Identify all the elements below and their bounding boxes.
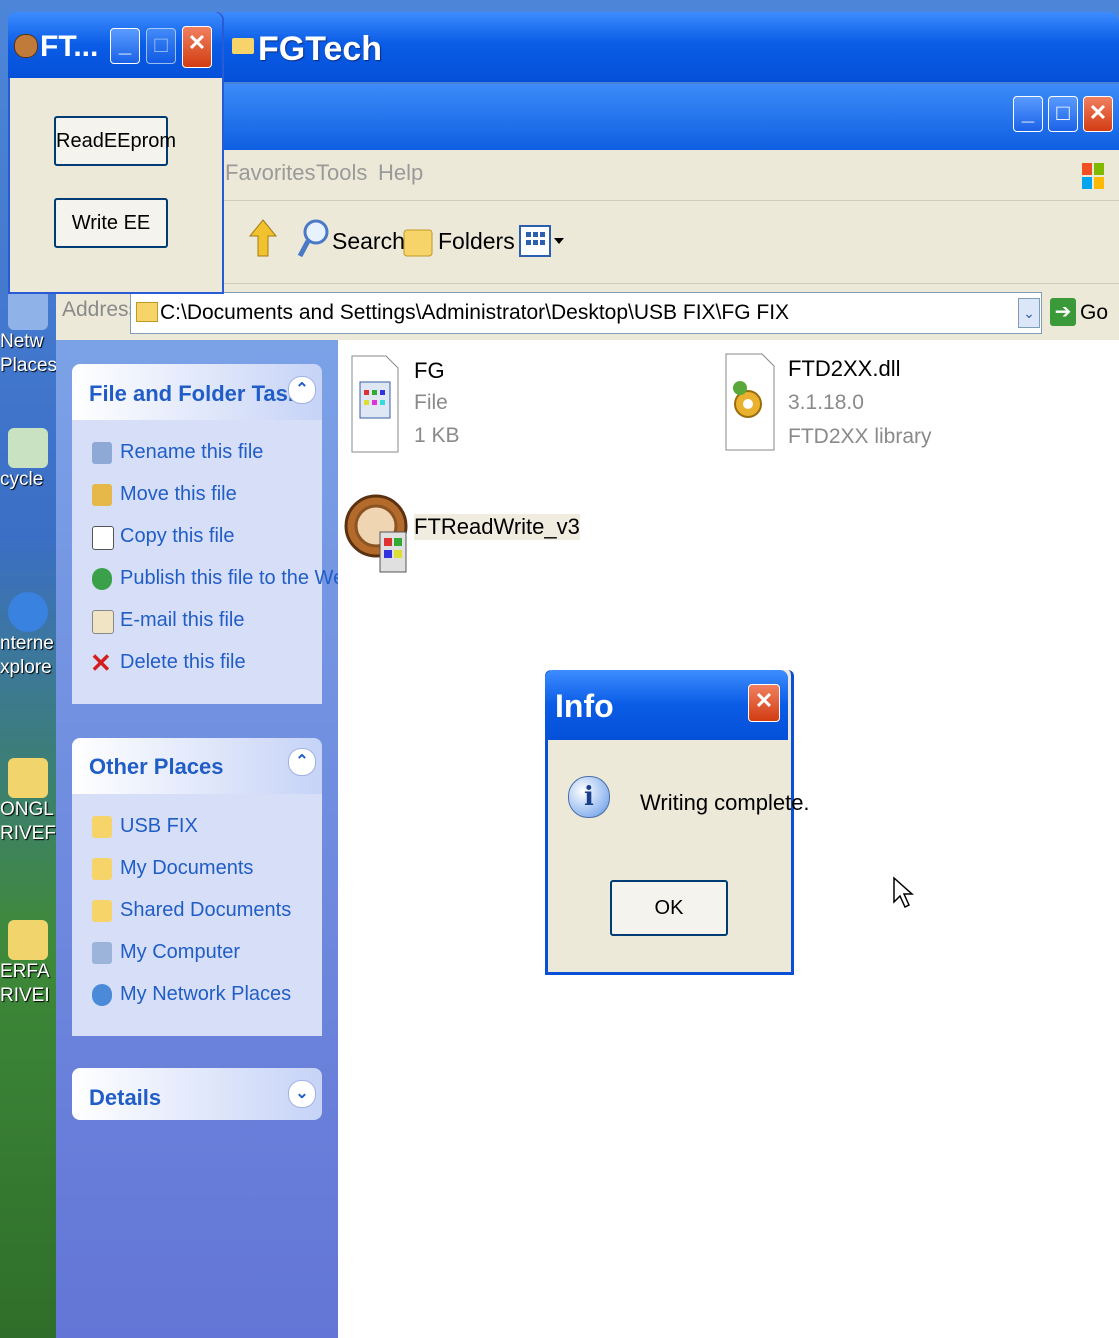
views-icon[interactable]	[518, 222, 568, 262]
task-delete[interactable]: Delete this file	[120, 651, 246, 674]
collapse-chevron-icon[interactable]: ⌃	[288, 376, 316, 404]
dll-file-icon[interactable]	[724, 352, 776, 452]
file-description: FTD2XX library	[788, 425, 932, 448]
task-publish[interactable]: Publish this file to the Web	[120, 567, 355, 590]
collapse-chevron-icon[interactable]: ⌃	[288, 748, 316, 776]
close-button[interactable]: ✕	[1083, 96, 1113, 132]
task-move[interactable]: Move this file	[120, 483, 237, 506]
recycle-bin-icon	[8, 428, 48, 468]
network-places-icon	[92, 984, 112, 1006]
file-type: File	[414, 391, 448, 414]
email-icon	[92, 610, 114, 634]
file-size: 1 KB	[414, 424, 460, 447]
folder-icon	[8, 758, 48, 798]
rename-icon	[92, 442, 112, 464]
read-eeprom-button[interactable]: ReadEEprom	[54, 116, 176, 166]
go-arrow-icon[interactable]: ➔	[1050, 298, 1076, 326]
windows-logo-icon	[1068, 155, 1118, 199]
desktop-icon-recycle-bin[interactable]: cycle	[0, 428, 56, 492]
folders-icon[interactable]	[402, 222, 434, 260]
network-places-icon	[8, 290, 48, 330]
mouse-cursor-icon	[892, 876, 914, 915]
menu-favorites[interactable]: Favorites	[225, 160, 315, 186]
file-name[interactable]: FTReadWrite_v3	[414, 514, 580, 540]
my-computer-icon	[92, 942, 112, 964]
app-icon	[14, 34, 38, 58]
my-documents-icon	[92, 858, 112, 880]
write-ee-button[interactable]: Write EE	[54, 198, 168, 248]
task-copy[interactable]: Copy this file	[120, 525, 235, 548]
app-icon[interactable]	[344, 476, 410, 576]
task-email[interactable]: E-mail this file	[120, 609, 244, 632]
delete-x-icon: ✕	[90, 648, 112, 678]
info-icon: i	[568, 776, 610, 818]
move-icon	[92, 484, 112, 506]
search-button[interactable]: Search	[332, 228, 405, 255]
place-my-network-places[interactable]: My Network Places	[120, 983, 291, 1006]
copy-icon	[92, 526, 114, 550]
maximize-button[interactable]: □	[1048, 96, 1078, 132]
other-places-title: Other Places	[89, 754, 224, 779]
file-version: 3.1.18.0	[788, 391, 864, 414]
task-rename[interactable]: Rename this file	[120, 441, 263, 464]
place-shared-documents[interactable]: Shared Documents	[120, 899, 291, 922]
go-button[interactable]: Go	[1080, 301, 1108, 325]
minimize-button[interactable]: _	[1013, 96, 1043, 132]
desktop-icon-folder-2[interactable]: ERFA RIVEI	[0, 920, 56, 1008]
place-usb-fix[interactable]: USB FIX	[120, 815, 198, 838]
menu-tools[interactable]: Tools	[316, 160, 367, 186]
address-path: C:\Documents and Settings\Administrator\…	[160, 301, 790, 324]
folders-button[interactable]: Folders	[438, 228, 515, 255]
internet-explorer-icon	[8, 592, 48, 632]
search-icon[interactable]	[296, 216, 330, 262]
folder-icon	[92, 816, 112, 838]
folder-icon	[232, 38, 254, 54]
desktop-icon-internet-explorer[interactable]: nterne xplore	[0, 592, 56, 680]
file-name[interactable]: FG	[414, 358, 445, 384]
globe-icon	[92, 568, 112, 590]
minimize-button[interactable]: _	[110, 28, 140, 64]
desktop-icon-network-places[interactable]: Netw Places	[0, 290, 56, 378]
address-dropdown-button[interactable]: ⌄	[1018, 298, 1040, 328]
menu-help[interactable]: Help	[378, 160, 423, 186]
folder-icon	[8, 920, 48, 960]
maximize-button: □	[146, 28, 176, 64]
ok-button[interactable]: OK	[610, 880, 728, 936]
file-icon[interactable]	[350, 354, 400, 454]
details-title: Details	[89, 1085, 162, 1110]
folder-icon	[136, 302, 158, 322]
info-dialog-title: Info	[555, 688, 614, 724]
up-folder-icon[interactable]	[248, 218, 278, 258]
close-button[interactable]: ✕	[748, 684, 780, 722]
close-button[interactable]: ✕	[182, 26, 212, 68]
expand-chevron-icon[interactable]: ⌄	[288, 1080, 316, 1108]
desktop-icon-folder-1[interactable]: ONGL RIVEF	[0, 758, 56, 846]
info-message: Writing complete.	[640, 790, 810, 815]
file-folder-tasks-title: File and Folder Tasks	[89, 381, 313, 406]
file-name[interactable]: FTD2XX.dll	[788, 356, 900, 382]
ft-app-title: FT...	[40, 30, 99, 63]
explorer-title: FGTech	[258, 30, 383, 68]
address-label: Address	[62, 298, 140, 321]
place-my-computer[interactable]: My Computer	[120, 941, 240, 964]
place-my-documents[interactable]: My Documents	[120, 857, 253, 880]
shared-documents-icon	[92, 900, 112, 922]
explorer-caption-bar[interactable]	[218, 84, 1119, 150]
